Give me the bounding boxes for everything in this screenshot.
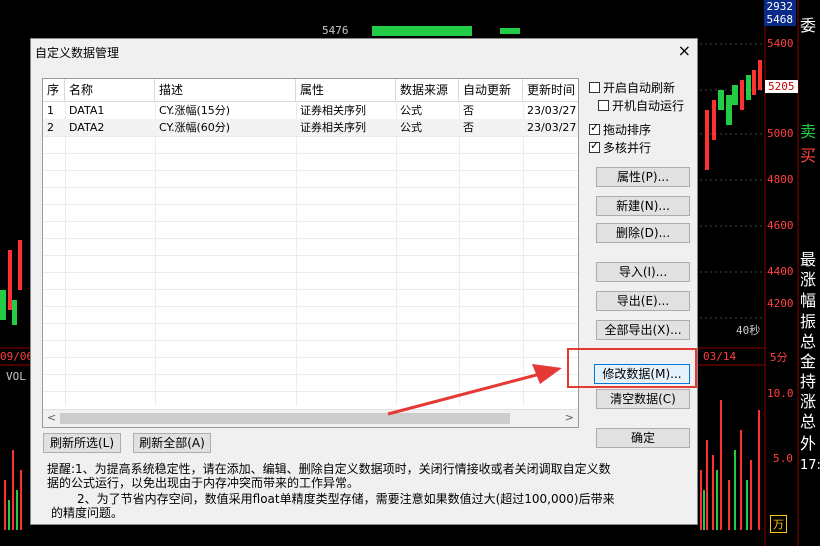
export-button[interactable]: 导出(E)...: [596, 291, 690, 311]
ok-button[interactable]: 确定: [596, 428, 690, 448]
table-row[interactable]: 1 DATA1 CY.涨幅(15分) 证券相关序列 公式 否 23/03/27: [43, 102, 578, 119]
column-header-name[interactable]: 名称: [65, 79, 155, 101]
cell-source: 公式: [400, 104, 422, 117]
drag-sort-checkbox[interactable]: 拖动排序: [589, 121, 651, 138]
cell-name: DATA2: [69, 121, 105, 134]
y-tick: 4600: [767, 219, 794, 232]
cell-description: CY.涨幅(15分): [159, 104, 231, 117]
current-price-badge: 5205: [765, 80, 798, 93]
vol-tick: 10.0: [767, 387, 794, 400]
row-divider: [43, 153, 578, 154]
delete-button[interactable]: 删除(D)...: [596, 223, 690, 243]
y-tick: 4200: [767, 297, 794, 310]
row-divider: [43, 306, 578, 307]
row-divider: [43, 323, 578, 324]
right-top-number-1: 2932: [763, 0, 796, 13]
row-divider: [43, 187, 578, 188]
row-divider: [43, 289, 578, 290]
cell-source: 公式: [400, 121, 422, 134]
multicore-label: 多核并行: [603, 141, 652, 155]
row-divider: [43, 340, 578, 341]
right-date: 03/14: [703, 350, 737, 363]
custom-data-manager-dialog: 自定义数据管理 × 序 名称 描述 属性 数据来源 自动更新 更新时间 1 DA…: [30, 38, 698, 525]
checkbox-box[interactable]: [598, 100, 609, 111]
column-header-update-time[interactable]: 更新时间: [523, 79, 578, 101]
y-tick: 5000: [767, 127, 794, 140]
vol-tick: 5.0: [773, 452, 793, 465]
hint-line-2: 据的公式运行，以免出现由于内存冲突而带来的工作异常。: [47, 476, 360, 490]
multicore-checkbox[interactable]: 多核并行: [589, 139, 651, 156]
clear-data-button[interactable]: 清空数据(C): [596, 389, 690, 409]
properties-button[interactable]: 属性(P)...: [596, 167, 690, 187]
countdown-label: 40秒: [736, 324, 761, 337]
cell-attribute: 证券相关序列: [300, 104, 366, 117]
row-divider: [43, 136, 578, 137]
top-price-label: 5476: [322, 24, 349, 37]
row-divider: [43, 272, 578, 273]
column-header-auto-update[interactable]: 自动更新: [459, 79, 523, 101]
refresh-all-button[interactable]: 刷新全部(A): [133, 433, 211, 453]
auto-run-label: 开机自动运行: [612, 99, 685, 113]
hint-line-4: 的精度问题。: [51, 506, 124, 520]
annotation-arrow-icon: [387, 364, 562, 416]
cell-update-time: 23/03/27: [527, 121, 577, 134]
column-header-attribute[interactable]: 属性: [296, 79, 396, 101]
side-label: 17:: [800, 458, 820, 473]
timeframe-label[interactable]: 5分: [770, 349, 788, 365]
row-divider: [43, 238, 578, 239]
column-header-index[interactable]: 序: [43, 79, 65, 101]
close-icon[interactable]: ×: [678, 41, 691, 60]
hint-line-3: 2、为了节省内存空间，数值采用float单精度类型存储，需要注意如果数值过大(超…: [77, 492, 615, 506]
column-header-source[interactable]: 数据来源: [396, 79, 459, 101]
column-divider: [296, 101, 297, 406]
column-divider: [65, 101, 66, 406]
highlight-box: [567, 348, 697, 388]
table-header: 序 名称 描述 属性 数据来源 自动更新 更新时间: [43, 79, 578, 102]
side-label: 买: [800, 146, 817, 165]
auto-run-checkbox[interactable]: 开机自动运行: [598, 97, 684, 114]
row-divider: [43, 255, 578, 256]
column-divider: [155, 101, 156, 406]
column-header-description[interactable]: 描述: [155, 79, 296, 101]
side-label: 总: [800, 412, 817, 431]
row-divider: [43, 357, 578, 358]
auto-refresh-label: 开启自动刷新: [603, 81, 676, 95]
new-button[interactable]: 新建(N)...: [596, 196, 690, 216]
export-all-button[interactable]: 全部导出(X)...: [596, 320, 690, 340]
side-label: 委: [800, 16, 817, 35]
cell-name: DATA1: [69, 104, 105, 117]
checkbox-box[interactable]: [589, 139, 600, 153]
row-divider: [43, 221, 578, 222]
cell-description: CY.涨幅(60分): [159, 121, 231, 134]
right-top-number-2: 5468: [763, 13, 796, 26]
row-divider: [43, 170, 578, 171]
cell-attribute: 证券相关序列: [300, 121, 366, 134]
scroll-left-icon[interactable]: <: [47, 411, 56, 424]
checkbox-box[interactable]: [589, 121, 600, 135]
y-tick: 5400: [767, 37, 794, 50]
cell-auto-update: 否: [463, 104, 474, 117]
y-tick: 4400: [767, 265, 794, 278]
row-divider: [43, 204, 578, 205]
auto-refresh-checkbox[interactable]: 开启自动刷新: [589, 79, 675, 96]
refresh-selected-button[interactable]: 刷新所选(L): [43, 433, 121, 453]
left-date: 09/06: [0, 350, 34, 363]
side-label: 卖: [800, 122, 817, 141]
cell-index: 2: [47, 121, 54, 134]
side-label: 外: [800, 434, 817, 453]
y-tick: 4800: [767, 173, 794, 186]
cell-index: 1: [47, 104, 54, 117]
import-button[interactable]: 导入(I)...: [596, 262, 690, 282]
cell-update-time: 23/03/27: [527, 104, 577, 117]
cell-auto-update: 否: [463, 121, 474, 134]
checkbox-box[interactable]: [589, 82, 600, 93]
vol-label: VOL: [6, 370, 26, 383]
dialog-title: 自定义数据管理: [35, 46, 120, 60]
table-row[interactable]: 2 DATA2 CY.涨幅(60分) 证券相关序列 公式 否 23/03/27: [43, 119, 578, 136]
drag-sort-label: 拖动排序: [603, 123, 652, 137]
unit-tag: 万: [770, 515, 787, 533]
